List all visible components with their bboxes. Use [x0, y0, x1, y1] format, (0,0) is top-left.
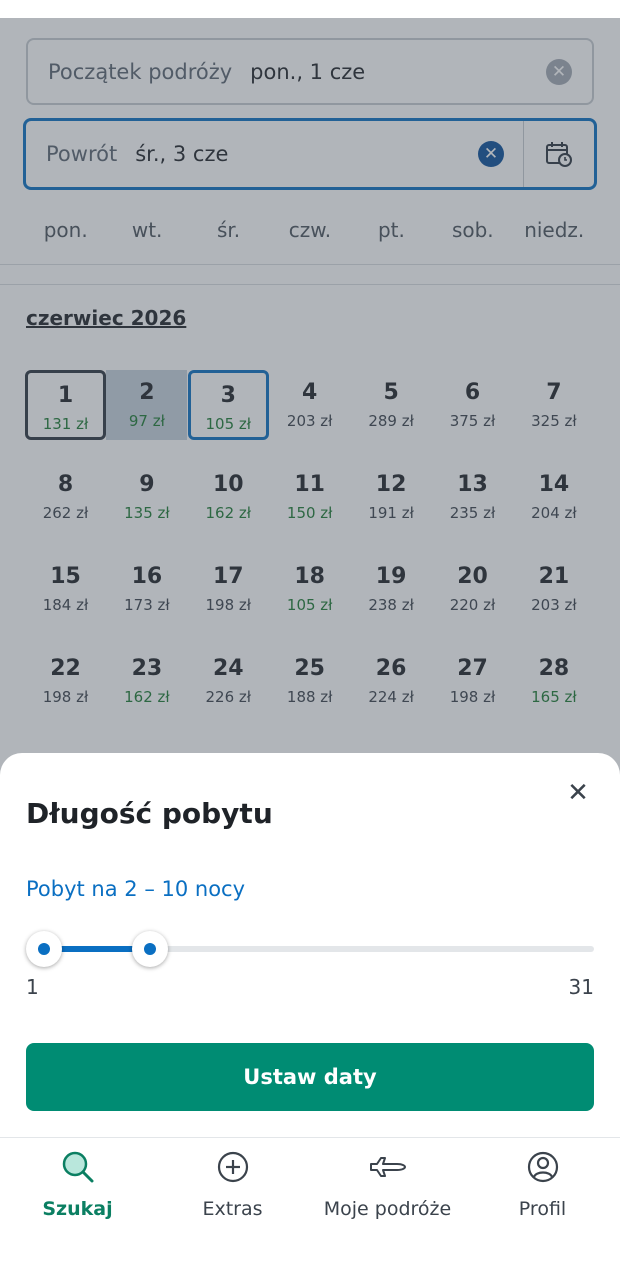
tab-label: Extras [202, 1198, 263, 1220]
tab-search[interactable]: Szukaj [0, 1148, 155, 1220]
tab-my-trips[interactable]: Moje podróże [310, 1148, 465, 1220]
tab-label: Szukaj [42, 1198, 113, 1220]
tab-label: Moje podróże [323, 1198, 452, 1220]
status-bar [0, 0, 620, 18]
plus-circle-icon [155, 1148, 310, 1186]
bottom-nav: Szukaj Extras Moje podróże Profil [0, 1137, 620, 1270]
slider-handle-min[interactable] [26, 931, 62, 967]
profile-icon [465, 1148, 620, 1186]
search-icon [0, 1148, 155, 1186]
slider-max-label: 31 [568, 975, 594, 999]
set-dates-button[interactable]: Ustaw daty [26, 1043, 594, 1111]
tab-extras[interactable]: Extras [155, 1148, 310, 1220]
slider-handle-max[interactable] [132, 931, 169, 967]
slider-min-label: 1 [26, 975, 39, 999]
stay-range-label: Pobyt na 2 – 10 nocy [26, 877, 246, 901]
close-icon[interactable]: ✕ [566, 780, 590, 806]
stay-length-slider[interactable] [26, 931, 594, 967]
plane-icon [310, 1148, 465, 1186]
tab-profile[interactable]: Profil [465, 1148, 620, 1220]
tab-label: Profil [518, 1198, 567, 1220]
sheet-title: Długość pobytu [26, 797, 273, 830]
